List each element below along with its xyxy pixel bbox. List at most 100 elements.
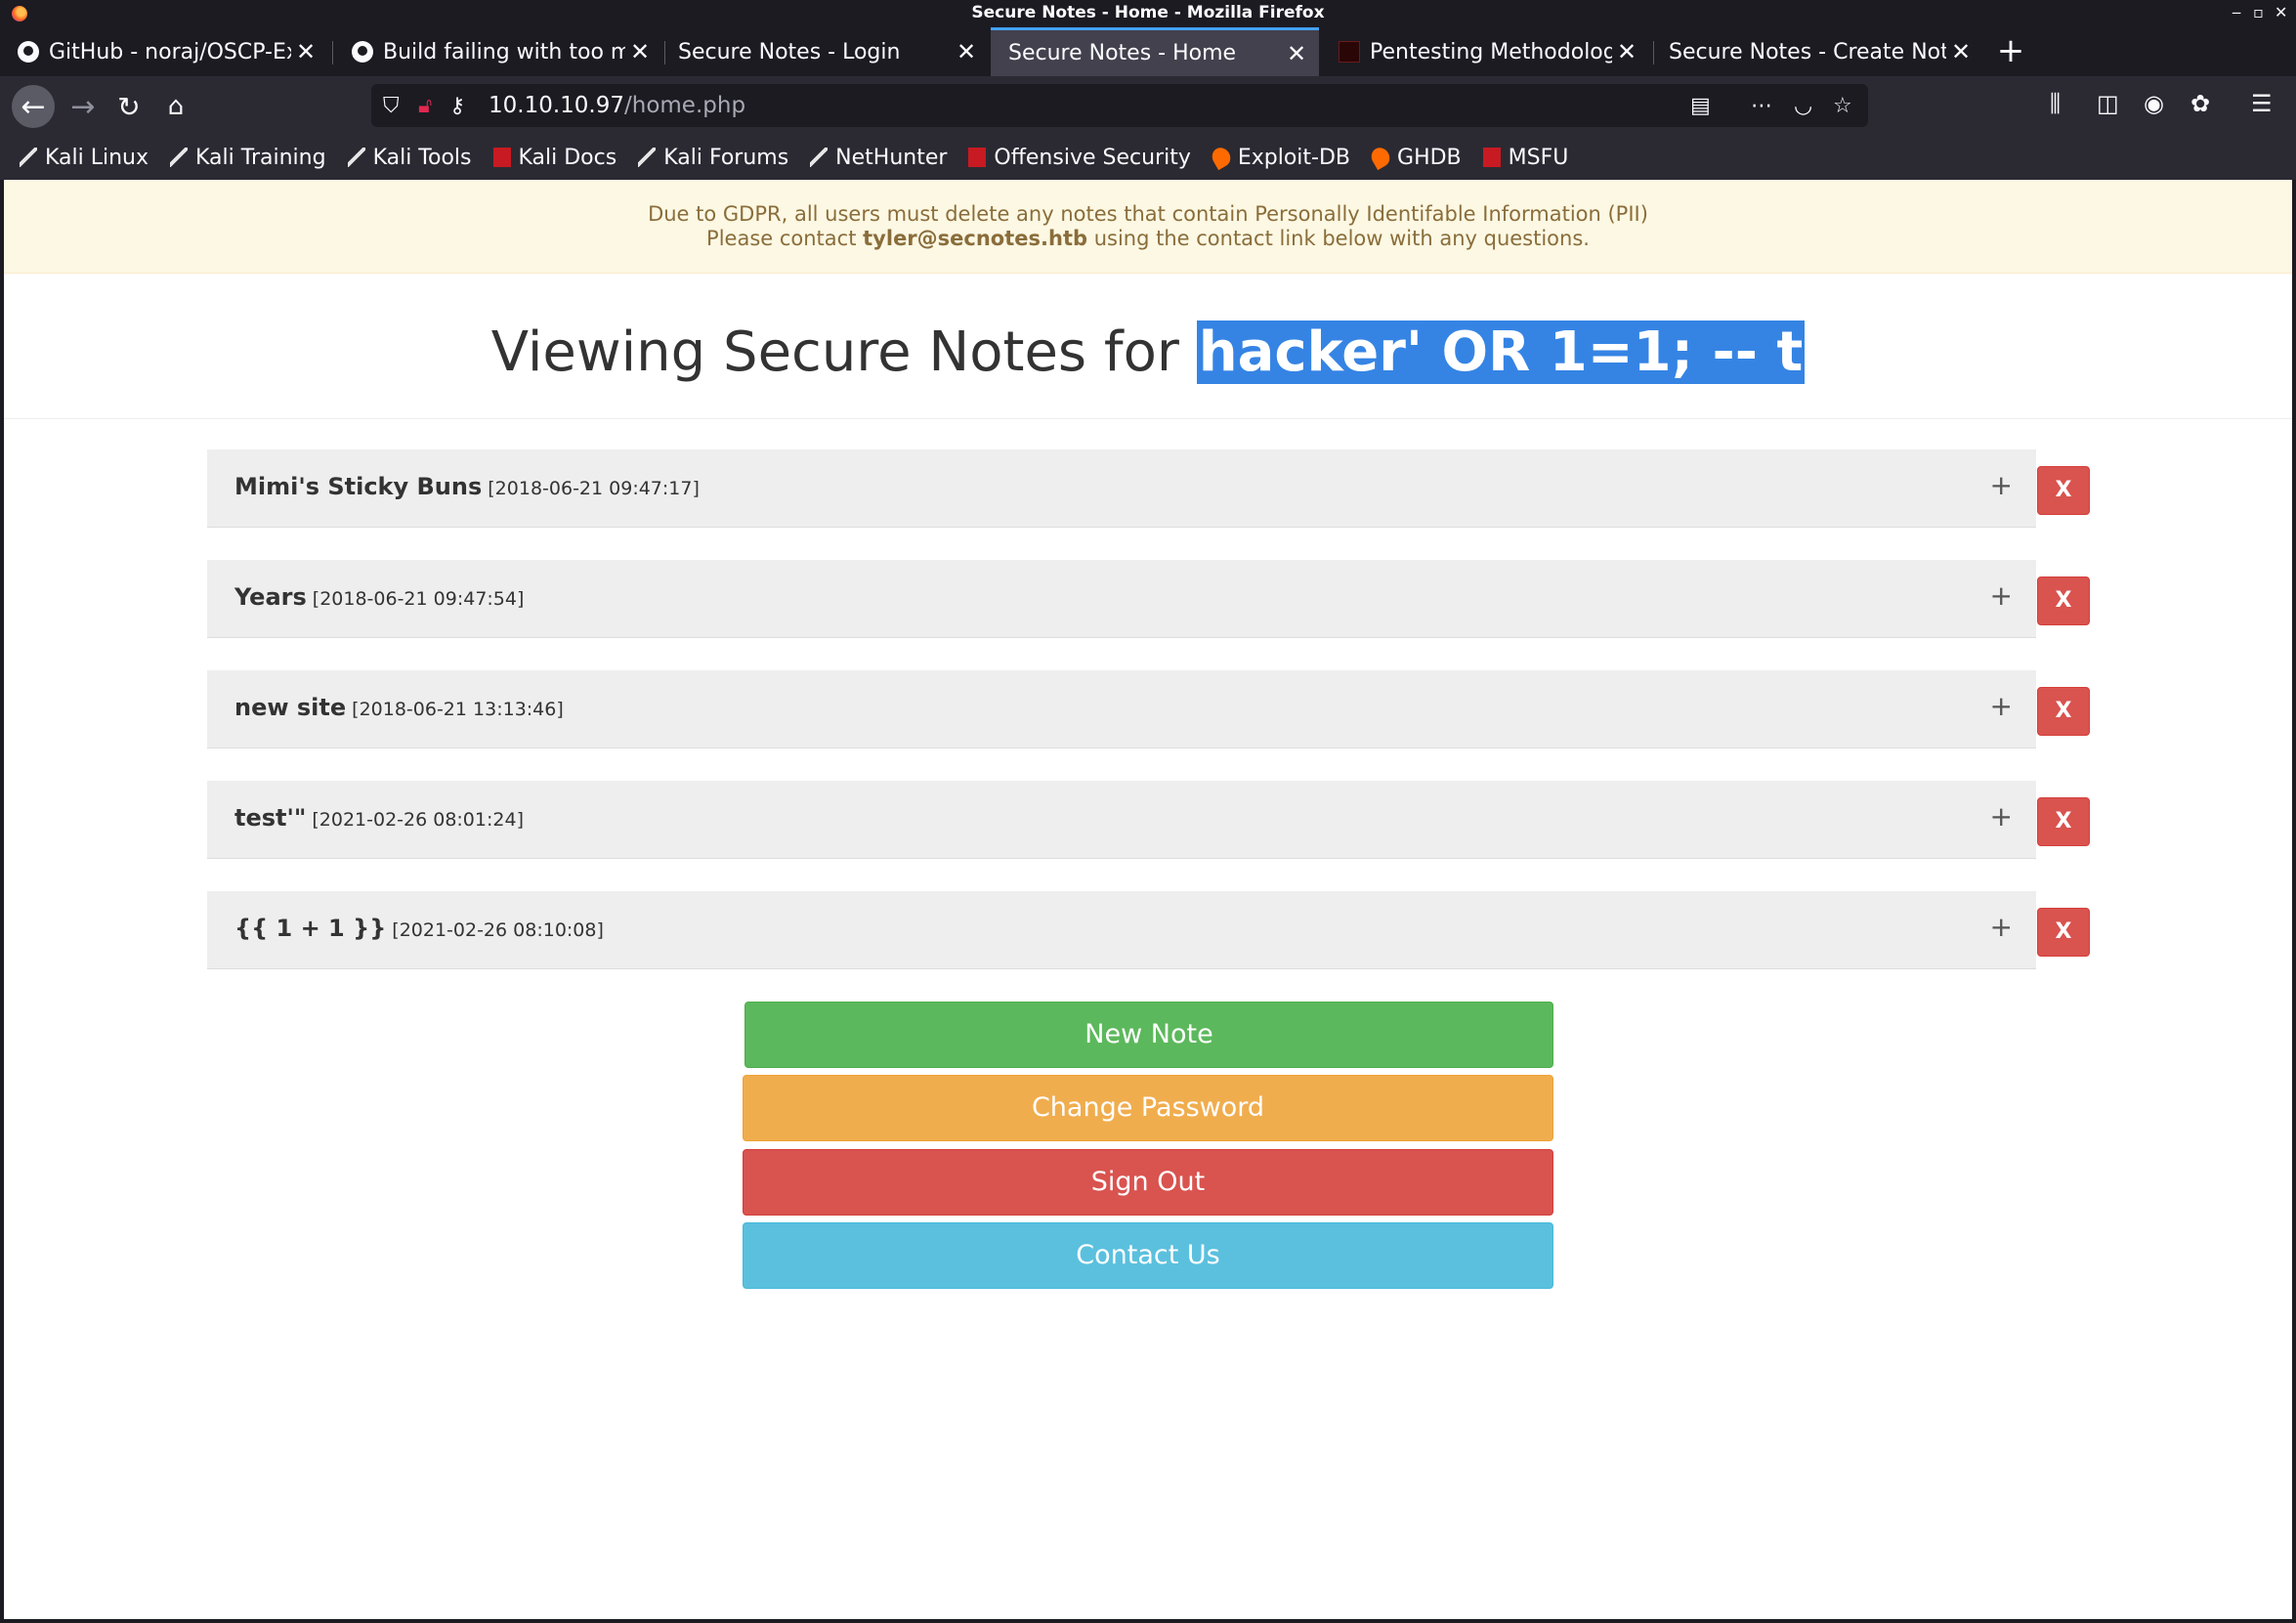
bookmark-label: Kali Tools xyxy=(372,145,472,170)
bookmark-kali-training[interactable]: Kali Training xyxy=(170,146,326,170)
url-text[interactable]: 10.10.10.97/home.php xyxy=(489,93,745,118)
tab-divider xyxy=(332,41,333,64)
tab-github-oscp[interactable]: GitHub - noraj/OSCP-Exam-Report-Template… xyxy=(0,27,328,76)
expand-plus-icon[interactable]: + xyxy=(1990,690,2013,722)
bookmark-kali-docs[interactable]: Kali Docs xyxy=(492,145,617,170)
reader-view-icon[interactable]: ▤ xyxy=(1690,94,1711,118)
bookmark-ghdb[interactable]: GHDB xyxy=(1368,144,1462,171)
note-title: Mimi's Sticky Buns [2018-06-21 09:47:17] xyxy=(234,473,700,500)
expand-plus-icon[interactable]: + xyxy=(1990,579,2013,612)
back-arrow-icon[interactable]: ← xyxy=(12,85,55,128)
home-icon[interactable]: ⌂ xyxy=(154,85,197,128)
note-row[interactable]: new site [2018-06-21 13:13:46] + xyxy=(207,670,2036,748)
note-row[interactable]: Years [2018-06-21 09:47:54] + xyxy=(207,560,2036,638)
page-actions-icon[interactable]: ⋯ xyxy=(1751,94,1772,118)
offsec-icon xyxy=(1482,148,1501,167)
delete-note-button[interactable]: X xyxy=(2037,466,2090,515)
bookmark-label: Kali Forums xyxy=(663,145,789,170)
insecure-lock-icon[interactable]: 🔓︎ xyxy=(418,94,432,118)
change-password-button[interactable]: Change Password xyxy=(743,1075,1553,1141)
bookmark-nethunter[interactable]: NetHunter xyxy=(810,146,947,170)
reload-icon[interactable]: ↻ xyxy=(107,85,150,128)
new-tab-icon[interactable]: + xyxy=(1991,27,2030,76)
banner-prefix: Please contact xyxy=(706,227,857,250)
menu-icon[interactable]: ☰ xyxy=(2251,90,2273,117)
delete-note-button[interactable]: X xyxy=(2037,687,2090,736)
expand-plus-icon[interactable]: + xyxy=(1990,800,2013,833)
contact-email: tyler@secnotes.htb xyxy=(863,227,1088,250)
close-tab-icon[interactable]: ✕ xyxy=(1612,38,1641,65)
bookmark-star-icon[interactable]: ☆ xyxy=(1833,94,1852,118)
tab-label: Pentesting Methodology xyxy=(1370,39,1612,64)
account-icon[interactable]: ◉ xyxy=(2144,90,2164,117)
close-tab-icon[interactable]: ✕ xyxy=(1946,38,1976,65)
divider xyxy=(4,418,2292,419)
tab-label: Secure Notes - Create Note xyxy=(1669,39,1946,64)
note-title-text: Years xyxy=(234,583,307,611)
page-content: Due to GDPR, all users must delete any n… xyxy=(4,180,2292,1619)
bookmark-label: Kali Docs xyxy=(518,145,617,170)
bookmarks-toolbar: Kali Linux Kali Training Kali Tools Kali… xyxy=(0,135,2296,180)
note-date: [2018-06-21 09:47:17] xyxy=(488,478,700,499)
note-title: {{ 1 + 1 }} [2021-02-26 08:10:08] xyxy=(234,915,604,942)
new-note-button[interactable]: New Note xyxy=(744,1002,1553,1068)
library-icon[interactable]: ⫼ xyxy=(2050,90,2061,117)
note-title: Years [2018-06-21 09:47:54] xyxy=(234,583,524,611)
note-title: new site [2018-06-21 13:13:46] xyxy=(234,694,564,721)
sidebar-icon[interactable]: ◫ xyxy=(2097,90,2119,117)
minimize-icon[interactable]: ‒ xyxy=(2232,3,2241,21)
close-tab-icon[interactable]: ✕ xyxy=(625,38,655,65)
github-icon xyxy=(352,41,373,63)
tab-strip: GitHub - noraj/OSCP-Exam-Report-Template… xyxy=(0,27,2296,76)
delete-note-button[interactable]: X xyxy=(2037,797,2090,846)
url-bar[interactable]: ⛉ 🔓︎ ⚷ 10.10.10.97/home.php ▤ ⋯ ◡ ☆ xyxy=(371,84,1868,127)
shield-icon[interactable]: ⛉ xyxy=(383,94,400,118)
gdpr-alert-banner: Due to GDPR, all users must delete any n… xyxy=(4,180,2292,274)
banner-line-1: Due to GDPR, all users must delete any n… xyxy=(648,202,1648,226)
close-window-icon[interactable]: ✕ xyxy=(2275,3,2287,21)
selected-username[interactable]: hacker' OR 1=1; -- t xyxy=(1196,320,1806,384)
tab-secure-notes-login[interactable]: Secure Notes - Login ✕ xyxy=(660,27,989,76)
bookmark-kali-forums[interactable]: Kali Forums xyxy=(638,146,788,170)
extensions-icon[interactable]: ✿ xyxy=(2190,90,2210,117)
kali-dragon-icon xyxy=(810,148,829,167)
bookmark-offensive-security[interactable]: Offensive Security xyxy=(968,146,1191,170)
contact-us-button[interactable]: Contact Us xyxy=(743,1222,1553,1289)
url-path: /home.php xyxy=(624,93,746,118)
delete-note-button[interactable]: X xyxy=(2037,577,2090,625)
bookmark-label: Kali Training xyxy=(195,145,326,170)
pentest-favicon-icon xyxy=(1339,41,1360,63)
close-tab-icon[interactable]: ✕ xyxy=(291,38,320,65)
note-title-text: new site xyxy=(234,694,347,721)
bookmark-exploit-db[interactable]: Exploit-DB xyxy=(1209,144,1350,171)
bookmark-label: GHDB xyxy=(1397,145,1462,170)
delete-note-button[interactable]: X xyxy=(2037,908,2090,957)
sign-out-button[interactable]: Sign Out xyxy=(743,1149,1553,1216)
page-title-prefix: Viewing Secure Notes for xyxy=(490,320,1179,384)
note-row[interactable]: Mimi's Sticky Buns [2018-06-21 09:47:17] … xyxy=(207,449,2036,528)
banner-line-2: Please contact tyler@secnotes.htb using … xyxy=(4,227,2292,251)
tab-secure-notes-home[interactable]: Secure Notes - Home ✕ xyxy=(991,27,1319,76)
note-row[interactable]: test'" [2021-02-26 08:01:24] + xyxy=(207,781,2036,859)
note-date: [2018-06-21 13:13:46] xyxy=(352,699,564,720)
navigation-toolbar: ← → ↻ ⌂ ⛉ 🔓︎ ⚷ 10.10.10.97/home.php ▤ ⋯ … xyxy=(0,76,2296,135)
expand-plus-icon[interactable]: + xyxy=(1990,469,2013,501)
pocket-icon[interactable]: ◡ xyxy=(1794,94,1812,118)
close-tab-icon[interactable]: ✕ xyxy=(952,38,981,65)
key-icon[interactable]: ⚷ xyxy=(449,94,465,118)
bookmark-msfu[interactable]: MSFU xyxy=(1482,146,1568,170)
forward-arrow-icon[interactable]: → xyxy=(62,85,105,128)
kali-dragon-icon xyxy=(20,148,37,167)
kali-dragon-icon xyxy=(347,148,365,167)
github-icon xyxy=(18,41,39,63)
expand-plus-icon[interactable]: + xyxy=(1990,911,2013,943)
tab-pentesting-methodology[interactable]: Pentesting Methodology ✕ xyxy=(1321,27,1649,76)
offsec-icon xyxy=(968,148,987,167)
bookmark-kali-tools[interactable]: Kali Tools xyxy=(347,145,472,170)
bookmark-kali-linux[interactable]: Kali Linux xyxy=(20,146,149,170)
maximize-icon[interactable]: ▫ xyxy=(2253,3,2264,21)
close-tab-icon[interactable]: ✕ xyxy=(1282,40,1311,67)
tab-github-build[interactable]: Build failing with too many requests ✕ xyxy=(334,27,662,76)
tab-secure-notes-create[interactable]: Secure Notes - Create Note ✕ xyxy=(1651,27,1983,76)
note-row[interactable]: {{ 1 + 1 }} [2021-02-26 08:10:08] + xyxy=(207,891,2036,969)
